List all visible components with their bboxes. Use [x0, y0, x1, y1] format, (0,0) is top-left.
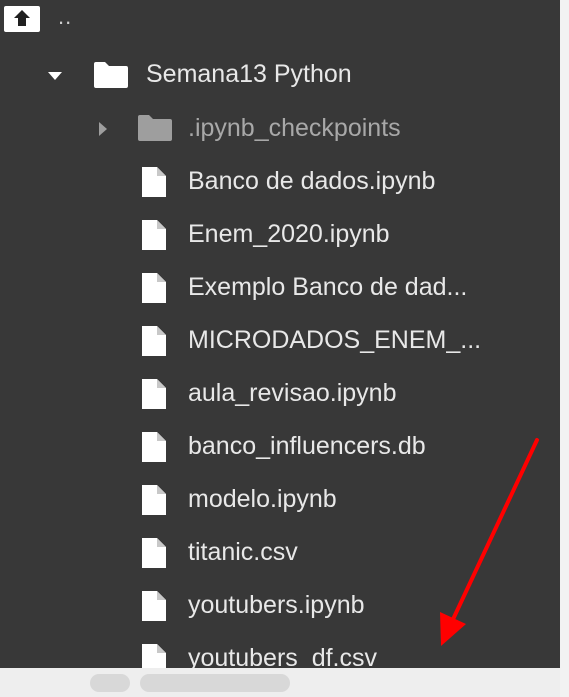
file-icon	[140, 589, 168, 628]
file-icon	[140, 271, 168, 310]
file-row[interactable]: aula_revisao.ipynb	[0, 367, 560, 419]
file-label: Enem_2020.ipynb	[188, 220, 390, 248]
partial-icon	[90, 674, 130, 692]
folder-row-ipynb-checkpoints[interactable]: .ipynb_checkpoints	[0, 102, 560, 154]
caret-down-icon[interactable]	[44, 65, 66, 87]
file-browser-panel: .. Semana13 Python .ipynb_checkpoints Ba…	[0, 0, 560, 697]
file-row[interactable]: titanic.csv	[0, 526, 560, 578]
file-icon	[140, 165, 168, 204]
file-row[interactable]: Exemplo Banco de dad...	[0, 261, 560, 313]
next-row-partial	[0, 668, 560, 697]
file-icon	[140, 377, 168, 416]
caret-right-icon[interactable]	[92, 118, 114, 140]
file-label: titanic.csv	[188, 538, 298, 566]
file-label: MICRODADOS_ENEM_...	[188, 326, 482, 354]
partial-label	[140, 674, 290, 692]
folder-row-semana13[interactable]: Semana13 Python	[0, 48, 560, 100]
file-label: Exemplo Banco de dad...	[188, 273, 468, 301]
folder-label: .ipynb_checkpoints	[188, 114, 401, 142]
parent-directory-row[interactable]: ..	[0, 0, 560, 40]
file-icon	[140, 483, 168, 522]
folder-icon	[92, 60, 130, 95]
file-row[interactable]: Banco de dados.ipynb	[0, 155, 560, 207]
file-row[interactable]: modelo.ipynb	[0, 473, 560, 525]
file-label: youtubers.ipynb	[188, 591, 365, 619]
file-label: banco_influencers.db	[188, 432, 426, 460]
file-row[interactable]: Enem_2020.ipynb	[0, 208, 560, 260]
file-row[interactable]: MICRODADOS_ENEM_...	[0, 314, 560, 366]
window-edge	[560, 0, 569, 697]
upload-folder-icon[interactable]	[4, 6, 40, 32]
folder-label: Semana13 Python	[146, 60, 352, 88]
file-icon	[140, 430, 168, 469]
file-label: Banco de dados.ipynb	[188, 167, 436, 195]
file-icon	[140, 324, 168, 363]
file-icon	[140, 218, 168, 257]
file-row[interactable]: banco_influencers.db	[0, 420, 560, 472]
file-label: modelo.ipynb	[188, 485, 337, 513]
file-label: aula_revisao.ipynb	[188, 379, 397, 407]
parent-directory-label: ..	[58, 4, 73, 29]
file-icon	[140, 536, 168, 575]
file-row[interactable]: youtubers.ipynb	[0, 579, 560, 631]
folder-icon	[136, 113, 174, 148]
